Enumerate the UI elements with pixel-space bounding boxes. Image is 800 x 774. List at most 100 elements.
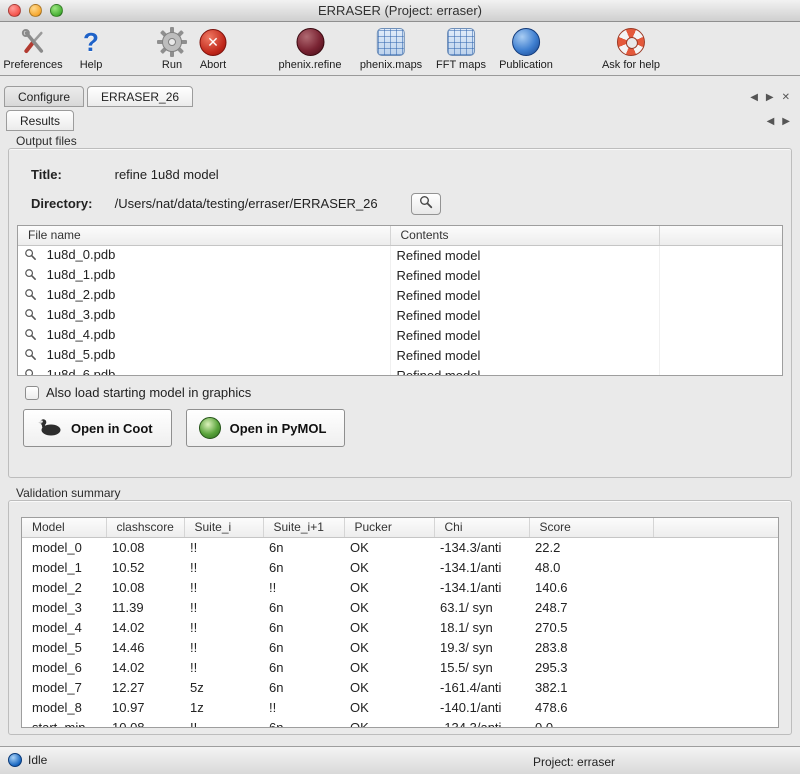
cell-suite-i: !! xyxy=(184,557,263,577)
cell-pucker: OK xyxy=(344,677,434,697)
tab-erraser-26[interactable]: ERRASER_26 xyxy=(87,86,193,107)
cell-suite-i: !! xyxy=(184,577,263,597)
browse-directory-button[interactable] xyxy=(411,193,441,215)
file-name: 1u8d_6.pdb xyxy=(47,367,116,377)
column-header-file-name[interactable]: File name xyxy=(18,226,390,245)
run-button[interactable]: Run xyxy=(157,26,187,71)
phenix-refine-button[interactable]: phenix.refine xyxy=(279,26,342,71)
directory-label: Directory: xyxy=(31,196,111,211)
column-header-score[interactable]: Score xyxy=(529,518,653,537)
cell-pucker: OK xyxy=(344,637,434,657)
tab-close-icon[interactable]: ✕ xyxy=(782,92,790,103)
tab-label: Configure xyxy=(18,90,70,104)
validation-row[interactable]: model_5 14.46 !! 6n OK 19.3/ syn 283.8 xyxy=(22,637,778,657)
file-row[interactable]: 1u8d_3.pdb Refined model xyxy=(18,305,782,325)
tool-label: Publication xyxy=(499,59,553,71)
validation-row[interactable]: model_1 10.52 !! 6n OK -134.1/anti 48.0 xyxy=(22,557,778,577)
ask-for-help-button[interactable]: Ask for help xyxy=(602,26,660,71)
file-row[interactable]: 1u8d_1.pdb Refined model xyxy=(18,265,782,285)
cell-clashscore: 10.08 xyxy=(106,537,184,557)
cell-model: model_8 xyxy=(22,697,106,717)
title-bar: ERRASER (Project: erraser) xyxy=(0,0,800,22)
file-name: 1u8d_3.pdb xyxy=(47,307,116,322)
column-header-model[interactable]: Model xyxy=(22,518,106,537)
cell-score: 140.6 xyxy=(529,577,653,597)
cell-suite-i: !! xyxy=(184,617,263,637)
column-header-pucker[interactable]: Pucker xyxy=(344,518,434,537)
validation-row[interactable]: model_8 10.97 1z !! OK -140.1/anti 478.6 xyxy=(22,697,778,717)
cell-suite-i1: 6n xyxy=(263,597,344,617)
title-label: Title: xyxy=(31,167,111,182)
publication-button[interactable]: Publication xyxy=(499,26,553,71)
magnifier-icon xyxy=(24,349,41,364)
column-header-suite-i1[interactable]: Suite_i+1 xyxy=(263,518,344,537)
tab-results[interactable]: Results xyxy=(6,110,74,131)
column-header-clashscore[interactable]: clashscore xyxy=(106,518,184,537)
cell-clashscore: 10.08 xyxy=(106,577,184,597)
cell-suite-i: !! xyxy=(184,537,263,557)
cell-suite-i1: !! xyxy=(263,577,344,597)
magnifier-icon xyxy=(24,369,41,377)
file-row[interactable]: 1u8d_2.pdb Refined model xyxy=(18,285,782,305)
abort-button[interactable]: ✕ Abort xyxy=(200,26,227,71)
load-starting-model-checkbox[interactable] xyxy=(25,386,39,400)
run-icon xyxy=(157,26,187,58)
cell-chi: -134.3/anti xyxy=(434,537,529,557)
status-text: Idle xyxy=(28,753,47,767)
validation-row[interactable]: model_3 11.39 !! 6n OK 63.1/ syn 248.7 xyxy=(22,597,778,617)
open-in-coot-label: Open in Coot xyxy=(71,421,153,436)
status-indicator: Idle xyxy=(8,753,47,767)
cell-clashscore: 14.02 xyxy=(106,657,184,677)
cell-suite-i1: 6n xyxy=(263,717,344,728)
column-header-suite-i[interactable]: Suite_i xyxy=(184,518,263,537)
cell-suite-i: 1z xyxy=(184,697,263,717)
tab-scroll-left-icon[interactable]: ◀ xyxy=(767,116,775,127)
phenix-maps-button[interactable]: phenix.maps xyxy=(360,26,422,71)
cell-pucker: OK xyxy=(344,617,434,637)
cell-suite-i1: 6n xyxy=(263,537,344,557)
open-in-coot-button[interactable]: Open in Coot xyxy=(23,409,172,447)
cell-clashscore: 11.39 xyxy=(106,597,184,617)
validation-row[interactable]: model_7 12.27 5z 6n OK -161.4/anti 382.1 xyxy=(22,677,778,697)
tab-scroll-left-icon[interactable]: ◀ xyxy=(750,92,758,103)
file-row[interactable]: 1u8d_4.pdb Refined model xyxy=(18,325,782,345)
cell-model: model_6 xyxy=(22,657,106,677)
cell-suite-i1: 6n xyxy=(263,617,344,637)
tab-configure[interactable]: Configure xyxy=(4,86,84,107)
validation-row[interactable]: model_6 14.02 !! 6n OK 15.5/ syn 295.3 xyxy=(22,657,778,677)
validation-header-row: Model clashscore Suite_i Suite_i+1 Pucke… xyxy=(22,518,778,537)
open-in-pymol-button[interactable]: Open in PyMOL xyxy=(186,409,346,447)
file-row[interactable]: 1u8d_5.pdb Refined model xyxy=(18,345,782,365)
sub-tab-nav: ◀ ▶ xyxy=(767,116,796,131)
preferences-button[interactable]: Preferences xyxy=(3,26,62,71)
fft-maps-icon xyxy=(447,26,475,58)
open-in-pymol-label: Open in PyMOL xyxy=(230,421,327,436)
validation-row[interactable]: model_2 10.08 !! !! OK -134.1/anti 140.6 xyxy=(22,577,778,597)
zoom-window-button[interactable] xyxy=(50,4,63,17)
fft-maps-button[interactable]: FFT maps xyxy=(436,26,486,71)
file-row[interactable]: 1u8d_6.pdb Refined model xyxy=(18,365,782,376)
magnifier-icon xyxy=(24,289,41,304)
file-row[interactable]: 1u8d_0.pdb Refined model xyxy=(18,245,782,265)
tool-label: Preferences xyxy=(3,59,62,71)
validation-table: Model clashscore Suite_i Suite_i+1 Pucke… xyxy=(21,517,779,728)
close-window-button[interactable] xyxy=(8,4,21,17)
cell-model: model_0 xyxy=(22,537,106,557)
tab-scroll-right-icon[interactable]: ▶ xyxy=(766,92,774,103)
validation-row[interactable]: model_0 10.08 !! 6n OK -134.3/anti 22.2 xyxy=(22,537,778,557)
minimize-window-button[interactable] xyxy=(29,4,42,17)
column-header-chi[interactable]: Chi xyxy=(434,518,529,537)
cell-chi: 63.1/ syn xyxy=(434,597,529,617)
coot-bird-icon xyxy=(36,417,62,440)
tab-scroll-right-icon[interactable]: ▶ xyxy=(782,116,790,127)
help-button[interactable]: ? Help xyxy=(80,26,103,71)
validation-row[interactable]: start_min 10.08 !! 6n OK -134.3/anti 0.0 xyxy=(22,717,778,728)
validation-row[interactable]: model_4 14.02 !! 6n OK 18.1/ syn 270.5 xyxy=(22,617,778,637)
cell-score: 283.8 xyxy=(529,637,653,657)
tool-label: phenix.refine xyxy=(279,59,342,71)
file-contents: Refined model xyxy=(390,325,659,345)
cell-chi: 19.3/ syn xyxy=(434,637,529,657)
cell-clashscore: 10.08 xyxy=(106,717,184,728)
column-header-contents[interactable]: Contents xyxy=(390,226,659,245)
title-row: Title: refine 1u8d model xyxy=(31,167,219,182)
